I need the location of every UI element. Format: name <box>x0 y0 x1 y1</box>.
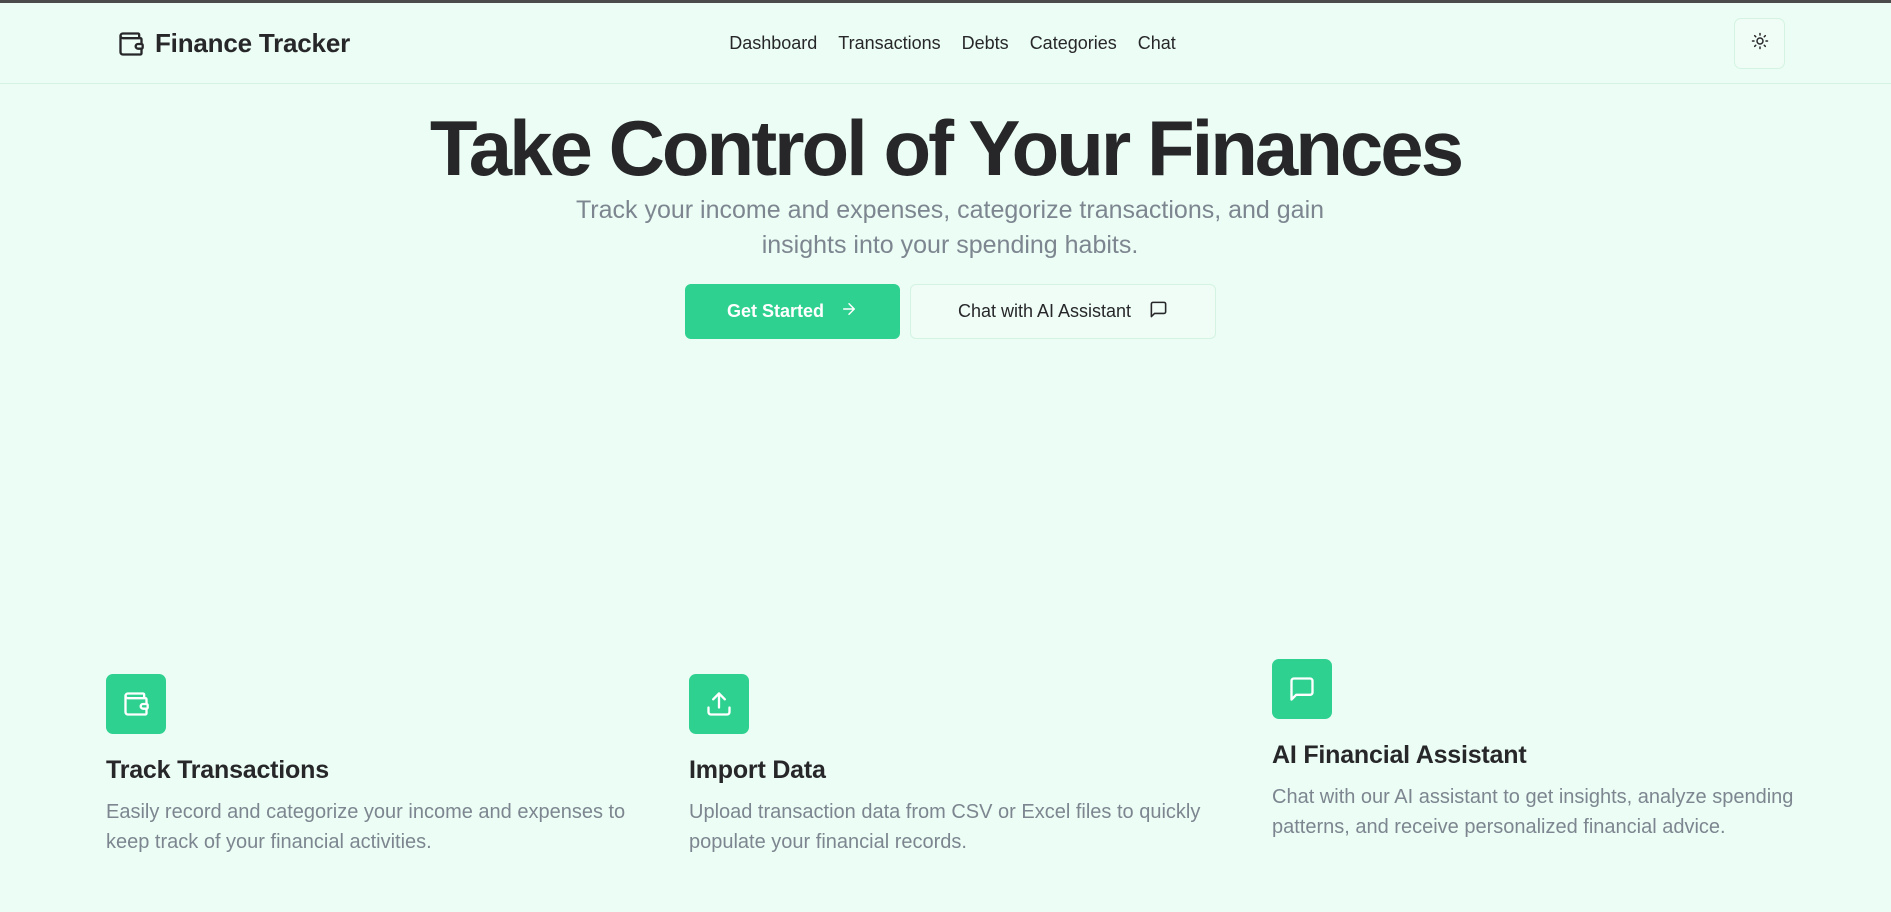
nav-transactions[interactable]: Transactions <box>838 33 940 54</box>
theme-toggle-button[interactable] <box>1734 18 1785 69</box>
message-square-icon <box>1272 659 1332 719</box>
feature-description: Easily record and categorize your income… <box>106 801 626 853</box>
nav-dashboard[interactable]: Dashboard <box>729 33 817 54</box>
hero-title: Take Control of Your Finances <box>429 104 1464 192</box>
nav-chat[interactable]: Chat <box>1138 33 1176 54</box>
get-started-label: Get Started <box>726 301 825 321</box>
site-header: Finance Tracker Dashboard Transactions D… <box>0 3 1891 84</box>
chat-assistant-button[interactable]: Chat with AI Assistant <box>910 284 1216 339</box>
upload-icon <box>689 674 749 734</box>
feature-import-data: Import Data Upload transaction data from… <box>689 674 1209 857</box>
feature-title: Import Data <box>689 756 826 784</box>
get-started-button[interactable]: Get Started <box>685 284 900 339</box>
arrow-right-icon <box>840 300 858 323</box>
feature-title: AI Financial Assistant <box>1272 741 1527 769</box>
nav-debts[interactable]: Debts <box>962 33 1009 54</box>
main-nav: Dashboard Transactions Debts Categories … <box>0 33 1891 54</box>
feature-description: Upload transaction data from CSV or Exce… <box>689 801 1201 853</box>
feature-title: Track Transactions <box>106 756 329 784</box>
feature-description: Chat with our AI assistant to get insigh… <box>1272 786 1794 838</box>
chat-assistant-label: Chat with AI Assistant <box>957 301 1132 321</box>
nav-categories[interactable]: Categories <box>1030 33 1117 54</box>
feature-track-transactions: Track Transactions Easily record and cat… <box>106 674 626 857</box>
wallet-icon <box>106 674 166 734</box>
message-square-icon <box>1149 300 1168 324</box>
feature-ai-assistant: AI Financial Assistant Chat with our AI … <box>1272 659 1802 842</box>
hero-subtitle: Track your income and expenses, categori… <box>575 196 1325 259</box>
sun-icon <box>1751 32 1769 55</box>
